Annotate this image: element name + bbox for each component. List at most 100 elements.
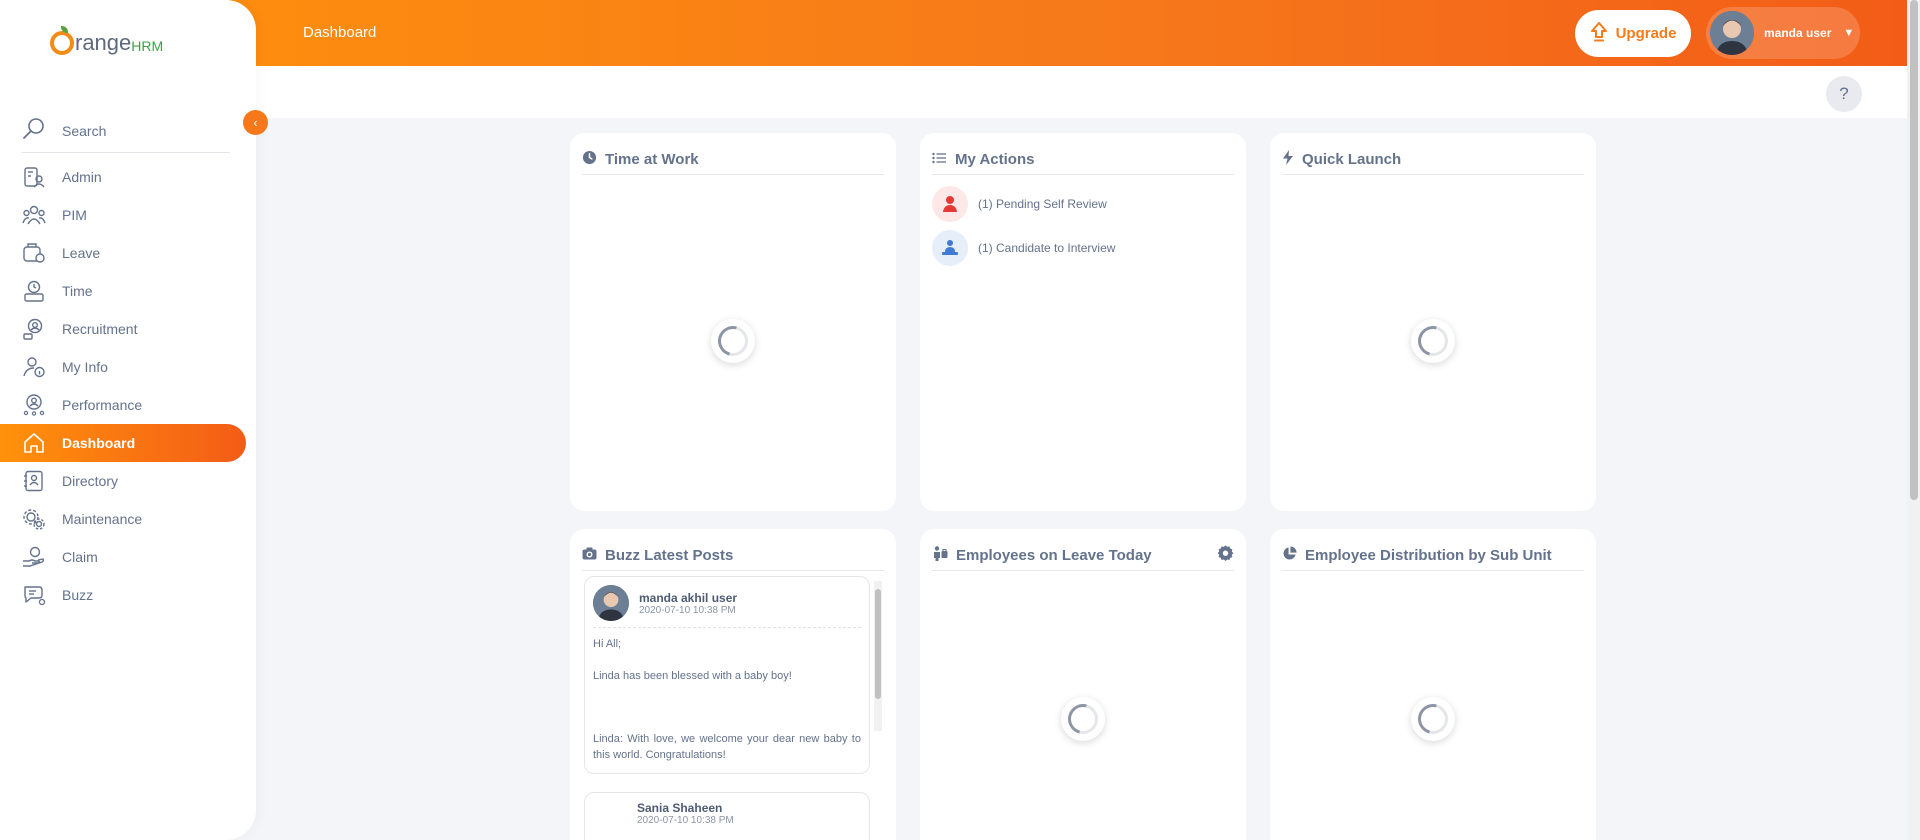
post-text: Linda has been blessed with a baby boy! [593, 670, 792, 682]
pie-chart-icon [1282, 545, 1297, 566]
buzz-icon [22, 583, 46, 607]
lightning-icon [1282, 149, 1294, 170]
buzz-scrollbar-thumb[interactable] [875, 589, 881, 699]
time-icon [22, 279, 46, 303]
sidebar-item-pim[interactable]: PIM [0, 196, 256, 234]
post-author: manda akhil user [639, 590, 738, 605]
loading-spinner [1411, 319, 1455, 363]
time-at-work-widget: Time at Work [570, 133, 896, 511]
post-body: Hi All; Linda has been blessed with a ba… [585, 628, 869, 773]
action-label: (1) Pending Self Review [978, 197, 1107, 211]
sidebar-item-label: Time [62, 283, 93, 299]
search-icon [22, 117, 46, 146]
sidebar-item-maintenance[interactable]: Maintenance [0, 500, 256, 538]
sidebar-item-claim[interactable]: Claim [0, 538, 256, 576]
sidebar-item-label: My Info [62, 359, 108, 375]
upgrade-button[interactable]: Upgrade [1575, 10, 1691, 57]
sidebar-item-label: Directory [62, 473, 119, 489]
employee-distribution-widget: Employee Distribution by Sub Unit [1270, 529, 1596, 840]
widget-title: My Actions [955, 151, 1035, 168]
widget-header: Employee Distribution by Sub Unit [1282, 541, 1584, 571]
sidebar-item-my-info[interactable]: My Info [0, 348, 256, 386]
widget-header: Time at Work [582, 145, 884, 175]
sidebar-item-label: Performance [62, 397, 143, 413]
leave-icon [22, 241, 46, 265]
sidebar-item-performance[interactable]: Performance [0, 386, 256, 424]
sidebar: range HRM Search Admin PIM Leave Time Re… [0, 0, 256, 840]
sidebar-item-dashboard[interactable]: Dashboard [0, 424, 246, 462]
widget-header: Buzz Latest Posts [582, 541, 884, 571]
top-bar: Dashboard Upgrade manda user ▼ [0, 0, 1907, 66]
my-info-icon [22, 355, 46, 379]
sidebar-item-label: Buzz [62, 587, 94, 603]
buzz-post[interactable]: Sania Shaheen 2020-07-10 10:38 PM [584, 792, 870, 840]
avatar [1710, 11, 1754, 55]
user-dropdown[interactable]: manda user ▼ [1706, 7, 1860, 59]
upgrade-label: Upgrade [1615, 25, 1677, 42]
widget-header: Quick Launch [1282, 145, 1584, 175]
sidebar-item-label: Recruitment [62, 321, 138, 337]
dashboard-icon [22, 431, 46, 455]
action-pending-self-review[interactable]: (1) Pending Self Review [932, 186, 1107, 222]
employees-on-leave-widget: Employees on Leave Today [920, 529, 1246, 840]
post-author: Sania Shaheen [637, 801, 723, 815]
post-header: manda akhil user 2020-07-10 10:38 PM [585, 577, 869, 627]
avatar [593, 585, 629, 621]
sidebar-item-label: PIM [62, 207, 87, 223]
chevron-left-icon: ‹ [253, 115, 258, 130]
sidebar-item-label: Dashboard [62, 435, 136, 451]
brand-name: range [75, 30, 132, 55]
person-leave-icon [932, 545, 948, 566]
widget-header: Employees on Leave Today [932, 541, 1234, 571]
buzz-post[interactable]: manda akhil user 2020-07-10 10:38 PM Hi … [584, 576, 870, 774]
recruitment-icon [22, 317, 46, 341]
gear-icon[interactable] [1217, 544, 1234, 567]
sidebar-item-recruitment[interactable]: Recruitment [0, 310, 256, 348]
self-review-icon [932, 186, 968, 222]
widget-header: My Actions [932, 145, 1234, 175]
loading-spinner [1061, 697, 1105, 741]
widget-title: Time at Work [605, 151, 699, 168]
sidebar-menu: Admin PIM Leave Time Recruitment My Info… [0, 158, 256, 614]
widget-title: Employees on Leave Today [956, 547, 1152, 564]
caret-down-icon: ▼ [1843, 27, 1855, 39]
performance-icon [22, 393, 46, 417]
list-icon [932, 151, 947, 169]
sidebar-item-time[interactable]: Time [0, 272, 256, 310]
action-label: (1) Candidate to Interview [978, 241, 1116, 255]
directory-icon [22, 469, 46, 493]
sidebar-item-label: Maintenance [62, 511, 143, 527]
sidebar-search[interactable]: Search [22, 110, 230, 153]
sidebar-item-directory[interactable]: Directory [0, 462, 256, 500]
post-text: Linda: With love, we welcome your dear n… [593, 733, 861, 761]
upgrade-arrow-icon [1590, 21, 1608, 46]
claim-icon [22, 545, 46, 569]
brand-suffix: HRM [131, 37, 164, 54]
post-header: Sania Shaheen 2020-07-10 10:38 PM [585, 793, 869, 832]
sidebar-item-buzz[interactable]: Buzz [0, 576, 256, 614]
my-actions-widget: My Actions (1) Pending Self Review (1) C… [920, 133, 1246, 511]
sidebar-item-leave[interactable]: Leave [0, 234, 256, 272]
widget-title: Buzz Latest Posts [605, 547, 734, 564]
help-button[interactable]: ? [1826, 76, 1862, 112]
loading-spinner [1411, 697, 1455, 741]
sidebar-item-label: Leave [62, 245, 101, 261]
quick-launch-widget: Quick Launch [1270, 133, 1596, 511]
camera-icon [582, 547, 597, 565]
widget-title: Quick Launch [1302, 151, 1402, 168]
sidebar-item-admin[interactable]: Admin [0, 158, 256, 196]
brand-logo[interactable]: range HRM [50, 26, 164, 56]
sub-header [256, 66, 1907, 118]
pim-icon [22, 203, 46, 227]
page-title: Dashboard [303, 24, 377, 41]
page-scrollbar-thumb[interactable] [1910, 0, 1918, 500]
post-date: 2020-07-10 10:38 PM [637, 815, 734, 826]
loading-spinner [711, 319, 755, 363]
post-text: Hi All; [593, 638, 622, 650]
buzz-latest-posts-widget: Buzz Latest Posts manda akhil user 2020-… [570, 529, 896, 840]
sidebar-collapse-button[interactable]: ‹ [243, 110, 268, 135]
interview-icon [932, 230, 968, 266]
orange-logo-icon [50, 26, 74, 55]
maintenance-icon [22, 507, 46, 531]
action-candidate-to-interview[interactable]: (1) Candidate to Interview [932, 230, 1115, 266]
